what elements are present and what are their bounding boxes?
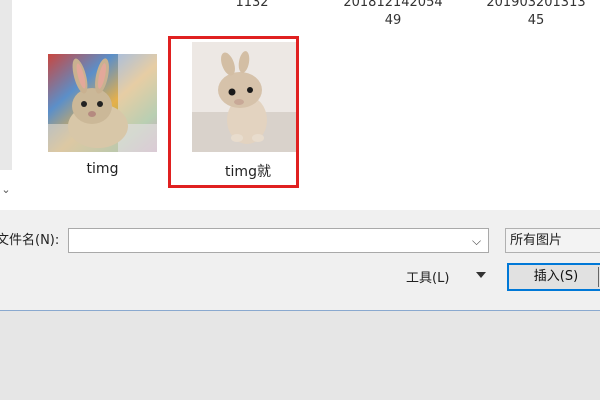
insert-picture-dialog: ⌄ 1132 201812142054 49 201903201313 45 t… bbox=[0, 0, 600, 311]
file-name-timg[interactable]: timg bbox=[48, 161, 157, 177]
file-label-201812142054[interactable]: 201812142054 49 bbox=[333, 0, 453, 30]
file-label-line: 1132 bbox=[235, 0, 269, 10]
file-label-line: 201812142054 bbox=[343, 0, 443, 10]
dialog-footer bbox=[0, 210, 600, 310]
file-label-line: 45 bbox=[527, 13, 545, 28]
split-divider bbox=[598, 267, 599, 287]
selection-highlight bbox=[168, 36, 299, 188]
dropdown-arrow-icon[interactable] bbox=[476, 272, 486, 278]
navigation-pane-edge bbox=[0, 0, 12, 170]
filetype-select[interactable]: 所有图片 bbox=[505, 228, 600, 253]
file-label-line: 49 bbox=[384, 13, 402, 28]
file-label-1132[interactable]: 1132 bbox=[222, 0, 282, 12]
chevron-down-icon[interactable]: ⌵ bbox=[472, 234, 482, 248]
file-label-line: 201903201313 bbox=[486, 0, 586, 10]
file-thumbnail-timg[interactable] bbox=[48, 54, 157, 152]
file-label-201903201313[interactable]: 201903201313 45 bbox=[476, 0, 596, 30]
chevron-down-icon[interactable]: ⌄ bbox=[0, 175, 12, 205]
filename-label: 文件名(N): bbox=[0, 233, 60, 248]
rabbit-image bbox=[48, 54, 157, 152]
insert-button-label: 插入(S) bbox=[533, 269, 579, 284]
insert-button[interactable]: 插入(S) bbox=[507, 263, 600, 291]
filename-input[interactable]: ⌵ bbox=[68, 228, 489, 253]
